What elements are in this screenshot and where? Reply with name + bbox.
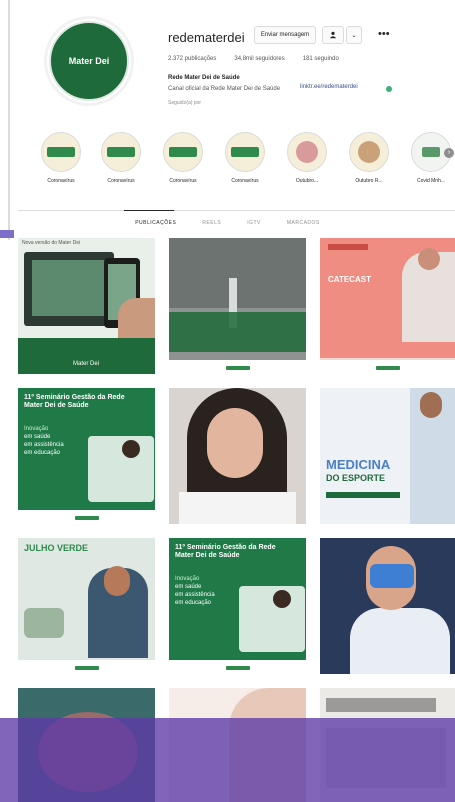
post-line: em educação — [24, 450, 61, 456]
left-accent-marker — [0, 230, 14, 238]
story-highlights: Coronavírus Coronavírus Coronavírus Coro… — [38, 132, 455, 192]
post-subtitle: DO ESPORTE — [326, 473, 386, 483]
active-tab-indicator — [124, 210, 174, 211]
profile-username: redematerdei — [168, 30, 245, 45]
post-thumbnail[interactable] — [320, 538, 455, 674]
verified-dot-icon — [386, 86, 392, 92]
purple-overlay-banner — [0, 718, 455, 802]
profile-stats: 2.372 publicações 34,8mil seguidores 181… — [168, 56, 339, 62]
profile-tabs: PUBLICAÇÕES REELS IGTV MARCADOS — [0, 220, 455, 226]
tab-igtv[interactable]: IGTV — [247, 220, 261, 226]
highlight-green-icon — [225, 132, 265, 172]
follow-icon — [329, 31, 337, 39]
followers-count[interactable]: 34,8mil seguidores — [234, 56, 284, 62]
post-caption: Nova versão do Mater Dei — [22, 240, 81, 246]
highlight-photo-icon — [349, 132, 389, 172]
tab-reels[interactable]: REELS — [202, 220, 221, 226]
post-thumbnail[interactable]: Nova versão do Mater Dei Mater Dei — [18, 238, 155, 374]
highlight-green-icon — [163, 132, 203, 172]
highlight-label: Coronavírus — [47, 178, 75, 184]
highlight-label: Covid Mnh... — [416, 178, 446, 184]
suggestions-caret-button[interactable]: ⌄ — [346, 26, 362, 44]
post-title: 11º Seminário Gestão da Rede Mater Dei d… — [175, 544, 276, 559]
highlight-label: Coronavírus — [107, 178, 135, 184]
highlight-item[interactable]: Coronavírus — [222, 132, 268, 184]
profile-link[interactable]: linktr.ee/redematerdei — [300, 84, 358, 90]
tab-tagged[interactable]: MARCADOS — [287, 220, 320, 226]
highlight-item[interactable]: Covid Mnh... — [408, 132, 454, 184]
post-line: em assistência — [175, 592, 215, 598]
post-thumbnail[interactable]: 11º Seminário Gestão da Rede Mater Dei d… — [18, 388, 155, 524]
more-options-icon[interactable]: ••• — [378, 28, 390, 40]
highlight-item[interactable]: Coronavírus — [38, 132, 84, 184]
post-thumbnail[interactable]: MEDICINA DO ESPORTE — [320, 388, 455, 524]
post-thumbnail[interactable] — [169, 238, 306, 374]
left-divider — [8, 0, 10, 240]
send-message-button[interactable]: Enviar mensagem — [254, 26, 316, 44]
chevron-right-icon[interactable]: › — [444, 148, 454, 158]
post-title: JULHO VERDE — [24, 543, 89, 553]
posts-count: 2.372 publicações — [168, 56, 217, 62]
post-line: em saúde — [24, 434, 51, 440]
avatar-logo-text: Mater Dei — [68, 56, 110, 66]
highlight-label: Coronavírus — [231, 178, 259, 184]
highlight-label: Outubro... — [295, 178, 319, 184]
highlight-item[interactable]: Outubro R... — [346, 132, 392, 184]
following-count[interactable]: 181 seguindo — [303, 56, 339, 62]
post-line: em educação — [175, 600, 212, 606]
highlight-item[interactable]: Coronavírus — [98, 132, 144, 184]
profile-full-name: Rede Mater Dei de Saúde — [168, 75, 240, 81]
highlight-label: Outubro R... — [355, 178, 383, 184]
post-line: Inovação — [24, 426, 49, 432]
post-thumbnail[interactable]: CATECAST — [320, 238, 455, 374]
post-title: CATECAST — [328, 275, 371, 284]
follow-button[interactable] — [322, 26, 344, 44]
tab-posts[interactable]: PUBLICAÇÕES — [135, 220, 176, 226]
profile-bio: Canal oficial da Rede Mater Dei de Saúde — [168, 86, 281, 92]
post-thumbnail[interactable] — [169, 388, 306, 524]
followed-by-text[interactable]: Seguido(a) por — [168, 100, 201, 106]
highlight-green-icon — [101, 132, 141, 172]
highlight-green-icon — [41, 132, 81, 172]
post-line: em saúde — [175, 584, 202, 590]
highlight-item[interactable]: Outubro... — [284, 132, 330, 184]
post-brand-label: Mater Dei — [73, 360, 100, 367]
post-line: em assistência — [24, 442, 64, 448]
highlight-item[interactable]: Coronavírus — [160, 132, 206, 184]
post-line: Inovação — [175, 576, 200, 582]
post-title: MEDICINA — [326, 457, 391, 472]
post-thumbnail[interactable]: 11º Seminário Gestão da Rede Mater Dei d… — [169, 538, 306, 674]
post-thumbnail[interactable]: JULHO VERDE — [18, 538, 155, 674]
highlight-label: Coronavírus — [169, 178, 197, 184]
profile-avatar[interactable]: Mater Dei — [44, 16, 134, 106]
tabs-divider — [18, 210, 455, 211]
avatar-logo: Mater Dei — [49, 21, 129, 101]
highlight-photo-icon — [287, 132, 327, 172]
post-title: 11º Seminário Gestão da Rede Mater Dei d… — [24, 394, 125, 409]
